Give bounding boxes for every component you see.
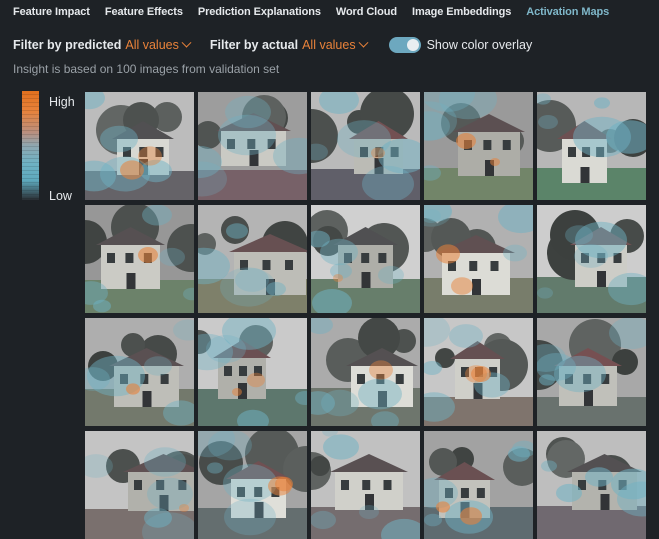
filter-bar: Filter by predicted All values Filter by… (13, 36, 532, 54)
house-image (311, 431, 420, 539)
tab-feature-impact[interactable]: Feature Impact (13, 6, 90, 18)
filter-predicted-label: Filter by predicted (13, 38, 122, 52)
house-image (424, 92, 533, 200)
house-image (198, 318, 307, 426)
house-image (311, 318, 420, 426)
house-image (537, 205, 646, 313)
color-overlay-toggle[interactable] (388, 37, 421, 53)
activation-map-thumbnail[interactable] (311, 318, 420, 426)
filter-actual-label: Filter by actual (209, 38, 299, 52)
activation-map-thumbnail[interactable] (85, 318, 194, 426)
house-image (311, 92, 420, 200)
house-image (537, 431, 646, 539)
chevron-down-icon (181, 37, 192, 48)
color-overlay-label: Show color overlay (426, 38, 533, 52)
legend-color-scale (22, 91, 39, 200)
activation-map-grid (85, 92, 646, 539)
tab-prediction-explanations[interactable]: Prediction Explanations (198, 6, 321, 18)
toggle-knob (406, 39, 419, 51)
activation-map-thumbnail[interactable] (85, 205, 194, 313)
activation-map-thumbnail[interactable] (424, 431, 533, 539)
filter-predicted-dropdown[interactable]: All values (125, 37, 192, 52)
filter-predicted-value: All values (125, 38, 179, 52)
house-image (311, 205, 420, 313)
house-image (198, 431, 307, 539)
house-image (537, 318, 646, 426)
house-image (85, 318, 194, 426)
activation-map-thumbnail[interactable] (311, 92, 420, 200)
chevron-down-icon (358, 37, 369, 48)
insight-info-text: Insight is based on 100 images from vali… (13, 62, 280, 76)
insight-tabs: Feature Impact Feature Effects Predictio… (0, 0, 659, 24)
activation-map-thumbnail[interactable] (311, 431, 420, 539)
house-image (424, 205, 533, 313)
filter-actual-value: All values (302, 38, 356, 52)
house-image (85, 205, 194, 313)
activation-map-thumbnail[interactable] (198, 205, 307, 313)
tab-word-cloud[interactable]: Word Cloud (336, 6, 397, 18)
house-image (424, 431, 533, 539)
tab-image-embeddings[interactable]: Image Embeddings (412, 6, 511, 18)
activation-map-thumbnail[interactable] (424, 318, 533, 426)
activation-map-thumbnail[interactable] (537, 92, 646, 200)
filter-actual-dropdown[interactable]: All values (302, 37, 369, 52)
activation-map-thumbnail[interactable] (85, 431, 194, 539)
activation-map-thumbnail[interactable] (537, 318, 646, 426)
tab-feature-effects[interactable]: Feature Effects (105, 6, 183, 18)
activation-map-thumbnail[interactable] (311, 205, 420, 313)
activation-map-thumbnail[interactable] (424, 92, 533, 200)
house-image (85, 431, 194, 539)
legend-low-label: Low (49, 189, 72, 203)
house-image (85, 92, 194, 200)
tab-activation-maps[interactable]: Activation Maps (526, 6, 609, 18)
activation-map-thumbnail[interactable] (198, 92, 307, 200)
house-image (198, 205, 307, 313)
activation-map-thumbnail[interactable] (85, 92, 194, 200)
house-image (424, 318, 533, 426)
legend-high-label: High (49, 95, 75, 109)
activation-map-thumbnail[interactable] (424, 205, 533, 313)
activation-map-thumbnail[interactable] (537, 205, 646, 313)
house-image (537, 92, 646, 200)
activation-map-thumbnail[interactable] (537, 431, 646, 539)
house-image (198, 92, 307, 200)
activation-map-thumbnail[interactable] (198, 318, 307, 426)
activation-map-thumbnail[interactable] (198, 431, 307, 539)
